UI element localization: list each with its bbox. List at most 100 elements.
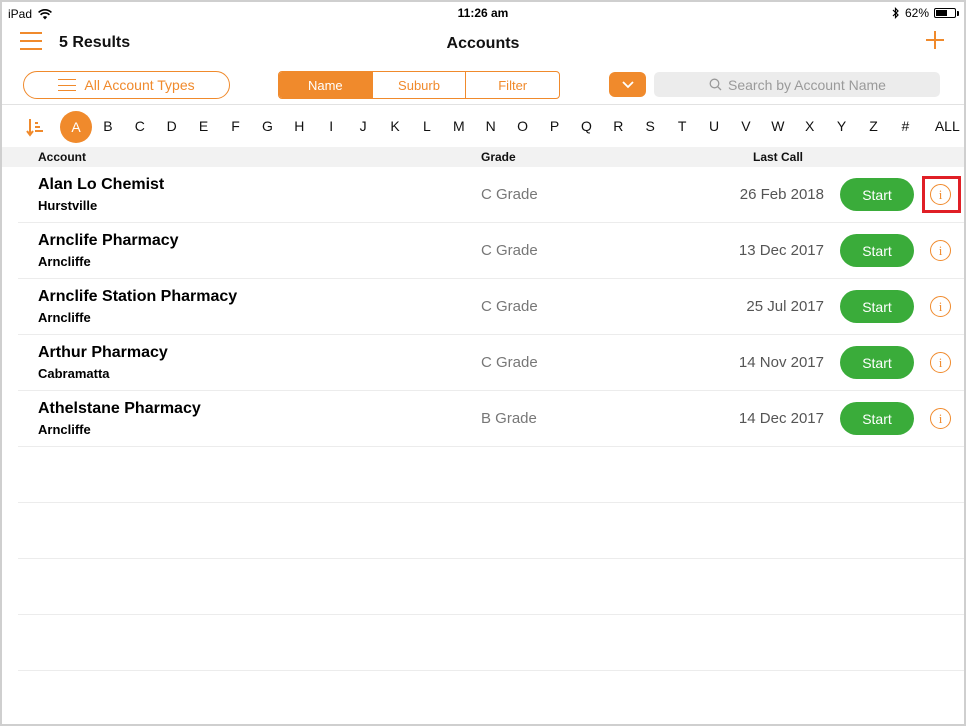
list-icon — [58, 79, 77, 91]
account-grade: C Grade — [481, 298, 538, 315]
list-line — [58, 79, 77, 80]
list-line — [58, 84, 77, 86]
letter-index-c[interactable]: C — [128, 118, 152, 134]
account-grade: C Grade — [481, 186, 538, 203]
header-account: Account — [38, 150, 86, 164]
info-icon[interactable]: i — [930, 352, 951, 373]
table-row[interactable]: Arnclife Station Pharmacy Arncliffe C Gr… — [18, 279, 964, 335]
letter-index-q[interactable]: Q — [574, 118, 598, 134]
info-icon[interactable]: i — [930, 296, 951, 317]
menu-line — [20, 32, 42, 34]
bluetooth-icon — [892, 7, 899, 19]
nav-bar: 5 Results Accounts — [2, 24, 964, 64]
sort-icon[interactable] — [26, 117, 46, 137]
letter-index-r[interactable]: R — [606, 118, 630, 134]
letter-index-p[interactable]: P — [543, 118, 567, 134]
letter-index-all[interactable]: ALL — [930, 118, 964, 134]
letter-index-o[interactable]: O — [511, 118, 535, 134]
account-name: Athelstane Pharmacy — [38, 400, 201, 417]
letter-index-t[interactable]: T — [670, 118, 694, 134]
start-button[interactable]: Start — [840, 402, 914, 435]
battery-tip — [957, 11, 959, 16]
header-grade: Grade — [481, 150, 516, 164]
table-row[interactable]: Arnclife Pharmacy Arncliffe C Grade 13 D… — [18, 223, 964, 279]
start-button[interactable]: Start — [840, 290, 914, 323]
table-row[interactable]: Alan Lo Chemist Hurstville C Grade 26 Fe… — [18, 167, 964, 223]
letter-index-f[interactable]: F — [224, 118, 248, 134]
search-input[interactable] — [728, 76, 928, 93]
last-call-date: 13 Dec 2017 — [738, 242, 824, 259]
results-count: 5 Results — [59, 34, 131, 51]
letter-index-n[interactable]: N — [479, 118, 503, 134]
start-button[interactable]: Start — [840, 346, 914, 379]
letter-index-j[interactable]: J — [351, 118, 375, 134]
table-row[interactable]: Arthur Pharmacy Cabramatta C Grade 14 No… — [18, 335, 964, 391]
alphabet-index-bar: A B C D E F G H I J K L M N O P Q R S T U V W X Y Z # ALL — [2, 104, 964, 148]
battery-percent: 62% — [904, 6, 929, 20]
letter-index-k[interactable]: K — [383, 118, 407, 134]
account-suburb: Arncliffe — [38, 254, 91, 269]
account-suburb: Cabramatta — [38, 366, 110, 381]
start-button[interactable]: Start — [840, 178, 914, 211]
battery-icon — [934, 8, 959, 18]
status-time: 11:26 am — [457, 6, 509, 20]
letter-index-v[interactable]: V — [734, 118, 758, 134]
letter-index-s[interactable]: S — [638, 118, 662, 134]
letter-index-z[interactable]: Z — [862, 118, 886, 134]
add-icon[interactable] — [924, 29, 946, 51]
search-bar — [654, 72, 940, 97]
menu-icon[interactable] — [20, 32, 42, 52]
info-icon[interactable]: i — [930, 240, 951, 261]
info-icon[interactable]: i — [930, 184, 951, 205]
chevron-down-icon — [621, 80, 634, 88]
segment-name[interactable]: Name — [279, 72, 372, 98]
filter-toolbar: All Account Types Name Suburb Filter — [2, 68, 964, 102]
list-line — [58, 90, 77, 91]
table-row[interactable]: Athelstane Pharmacy Arncliffe B Grade 14… — [18, 391, 964, 447]
letter-index-g[interactable]: G — [255, 118, 279, 134]
ipad-screen: iPad 11:26 am 62% 5 Results Accounts All… — [0, 0, 966, 726]
account-name: Alan Lo Chemist — [38, 176, 165, 193]
info-icon[interactable]: i — [930, 408, 951, 429]
letter-index-a[interactable]: A — [60, 111, 92, 143]
letter-index-w[interactable]: W — [766, 118, 790, 134]
empty-row — [18, 559, 964, 615]
segment-suburb[interactable]: Suburb — [371, 72, 466, 98]
account-name: Arnclife Station Pharmacy — [38, 288, 238, 305]
letter-index-m[interactable]: M — [447, 118, 471, 134]
letter-index-y[interactable]: Y — [830, 118, 854, 134]
letter-index-x[interactable]: X — [798, 118, 822, 134]
last-call-date: 26 Feb 2018 — [739, 186, 824, 203]
search-icon — [709, 78, 722, 91]
letter-index-l[interactable]: L — [415, 118, 439, 134]
account-types-label: All Account Types — [84, 77, 195, 93]
header-last-call: Last Call — [753, 150, 804, 164]
empty-row — [18, 447, 964, 503]
account-types-button[interactable]: All Account Types — [23, 71, 230, 99]
account-suburb: Arncliffe — [38, 310, 91, 325]
last-call-date: 14 Dec 2017 — [738, 410, 824, 427]
status-bar: iPad 11:26 am 62% — [2, 2, 964, 24]
letter-index-i[interactable]: I — [319, 118, 343, 134]
account-grade: C Grade — [481, 242, 538, 259]
letter-index-b[interactable]: B — [96, 118, 120, 134]
menu-line — [20, 40, 42, 42]
account-name: Arthur Pharmacy — [38, 344, 168, 361]
search-scope-dropdown[interactable] — [609, 72, 646, 97]
empty-row — [18, 503, 964, 559]
account-grade: B Grade — [481, 410, 537, 427]
page-title: Accounts — [446, 35, 520, 52]
letter-index-e[interactable]: E — [192, 118, 216, 134]
sort-segmented-control: Name Suburb Filter — [278, 71, 560, 99]
segment-filter[interactable]: Filter — [465, 72, 559, 98]
letter-index-hash[interactable]: # — [893, 118, 917, 134]
letter-index-d[interactable]: D — [160, 118, 184, 134]
battery-level — [936, 10, 948, 16]
letter-index-u[interactable]: U — [702, 118, 726, 134]
last-call-date: 25 Jul 2017 — [746, 298, 824, 315]
account-grade: C Grade — [481, 354, 538, 371]
account-suburb: Hurstville — [38, 198, 98, 213]
letter-index-h[interactable]: H — [287, 118, 311, 134]
start-button[interactable]: Start — [840, 234, 914, 267]
table-header: Account Grade Last Call — [2, 147, 964, 167]
